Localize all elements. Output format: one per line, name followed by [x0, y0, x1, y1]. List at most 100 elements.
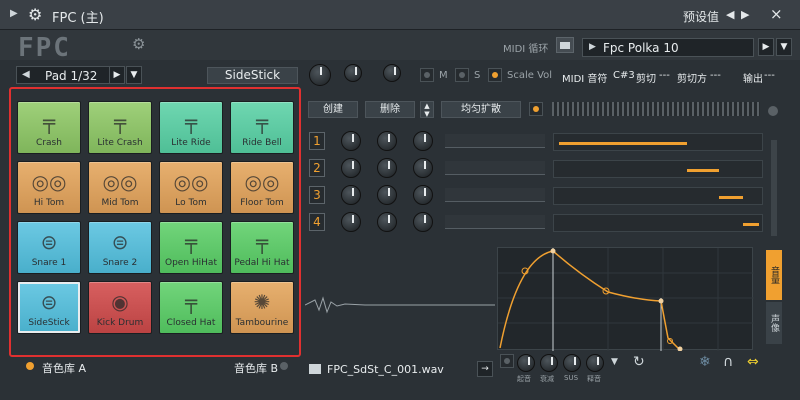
load-sample-button[interactable]: →	[477, 361, 493, 377]
layer-pan-knob[interactable]	[377, 158, 397, 178]
drum-pad[interactable]: ⊜ Snare 1	[17, 221, 81, 274]
pad-next-button[interactable]: ▶	[109, 66, 125, 84]
range-bar[interactable]	[559, 142, 687, 145]
drum-pad[interactable]: ◎◎ Hi Tom	[17, 161, 81, 214]
scale-vol-toggle[interactable]	[488, 68, 502, 82]
preset-menu-button[interactable]: ▼	[776, 38, 792, 56]
attack-knob[interactable]	[517, 354, 535, 372]
layer-pan-knob[interactable]	[377, 131, 397, 151]
pad-pan-knob[interactable]	[344, 64, 362, 82]
hihat-icon: ╤	[255, 230, 269, 254]
sustain-knob[interactable]	[563, 354, 581, 372]
fpc-logo: FPC	[18, 33, 71, 63]
spread-even-button[interactable]: 均匀扩散	[441, 101, 521, 118]
tab-pan[interactable]: 声像	[766, 302, 782, 344]
reset-icon[interactable]: ↻	[633, 354, 645, 370]
drum-pad[interactable]: ⊜ Snare 2	[88, 221, 152, 274]
solo-toggle[interactable]	[455, 68, 469, 82]
cut-value[interactable]: ---	[659, 70, 670, 81]
selected-pad-name[interactable]: SideStick	[207, 67, 298, 84]
tab-volume[interactable]: 音量	[766, 250, 782, 300]
drum-pad[interactable]: ╤ Open HiHat	[159, 221, 223, 274]
drum-pad[interactable]: ◎◎ Lo Tom	[159, 161, 223, 214]
layer-velocity-range[interactable]	[553, 214, 763, 232]
layer-pitch-knob[interactable]	[413, 212, 433, 232]
drum-pad[interactable]: ◉ Kick Drum	[88, 281, 152, 334]
cut-by-label: 剪切方	[677, 74, 707, 85]
sample-filename[interactable]: FPC_SdSt_C_001.wav	[327, 363, 444, 376]
range-bar[interactable]	[719, 196, 743, 199]
layer-toggle[interactable]	[529, 102, 543, 116]
mute-label: M	[439, 70, 448, 81]
envelope-toggle[interactable]	[500, 354, 514, 368]
bank-b-label[interactable]: 音色库 B	[234, 360, 278, 376]
layer-number[interactable]: 1	[309, 132, 325, 150]
drum-pad[interactable]: ◎◎ Mid Tom	[88, 161, 152, 214]
drum-pad[interactable]: ╤ Ride Bell	[230, 101, 294, 154]
drum-pad[interactable]: ╤ Crash	[17, 101, 81, 154]
range-bar[interactable]	[687, 169, 719, 172]
layer-velocity-range[interactable]	[553, 187, 763, 205]
output-value[interactable]: ---	[764, 70, 775, 81]
decay-knob[interactable]	[540, 354, 558, 372]
layer-vol-knob[interactable]	[341, 185, 361, 205]
create-layer-button[interactable]: 创建	[308, 101, 358, 118]
layer-pitch-knob[interactable]	[413, 158, 433, 178]
layer-number[interactable]: 2	[309, 159, 325, 177]
midi-note-value[interactable]: C#3	[613, 70, 635, 81]
envelope-editor[interactable]	[497, 247, 754, 352]
envelope-controls: 起音 衰减 SUS 释音 ▼ ↻ ❄ ∩ ⇔	[497, 352, 783, 384]
bank-b-indicator[interactable]	[280, 362, 288, 370]
magnet-icon[interactable]: ∩	[723, 354, 733, 370]
bank-a-label[interactable]: 音色库 A	[42, 360, 86, 376]
drum-pad[interactable]: ✺ Tambourine	[230, 281, 294, 334]
bank-a-indicator[interactable]	[26, 362, 34, 370]
preset-prev-icon[interactable]: ◀	[726, 8, 734, 21]
drum-pad[interactable]: ╤ Lite Crash	[88, 101, 152, 154]
gear-icon[interactable]: ⚙	[28, 5, 42, 24]
collapse-arrow-icon[interactable]: ▶	[10, 8, 18, 19]
drum-pad[interactable]: ╤ Closed Hat	[159, 281, 223, 334]
envelope-menu-icon[interactable]: ▼	[611, 357, 618, 367]
range-bar[interactable]	[743, 223, 759, 226]
preset-label[interactable]: 预设值	[683, 8, 719, 25]
pad-volume-knob[interactable]	[309, 64, 331, 86]
drum-pad[interactable]: ╤ Pedal Hi Hat	[230, 221, 294, 274]
layer-vol-knob[interactable]	[341, 158, 361, 178]
layer-velocity-range[interactable]	[553, 160, 763, 178]
pad-selector[interactable]: ◀ Pad 1/32	[16, 66, 124, 84]
layer-pitch-knob[interactable]	[413, 131, 433, 151]
cymbal-icon: ╤	[255, 110, 269, 134]
folder-icon[interactable]	[556, 37, 574, 53]
layer-vol-knob[interactable]	[341, 212, 361, 232]
close-button[interactable]: ×	[770, 5, 783, 23]
mute-toggle[interactable]	[420, 68, 434, 82]
layer-pitch-knob[interactable]	[413, 185, 433, 205]
settings-gear-icon[interactable]: ⚙	[132, 35, 145, 53]
pad-prev-icon[interactable]: ◀	[22, 69, 30, 80]
layer-velocity-range[interactable]	[553, 133, 763, 151]
layer-vol-knob[interactable]	[341, 131, 361, 151]
drum-pad[interactable]: ◎◎ Floor Tom	[230, 161, 294, 214]
ruler-indicator[interactable]	[768, 106, 778, 116]
pad-menu-button[interactable]: ▼	[126, 66, 142, 84]
drum-pad[interactable]: ╤ Lite Ride	[159, 101, 223, 154]
snowflake-icon[interactable]: ❄	[699, 354, 711, 370]
layer-number[interactable]: 4	[309, 213, 325, 231]
layer-number[interactable]: 3	[309, 186, 325, 204]
layer-pan-knob[interactable]	[377, 185, 397, 205]
release-knob[interactable]	[586, 354, 604, 372]
layers-scrollbar[interactable]	[771, 140, 777, 236]
layer-pan-knob[interactable]	[377, 212, 397, 232]
layer-waveform	[445, 161, 545, 175]
stretch-icon[interactable]: ⇔	[747, 354, 759, 370]
delete-layer-button[interactable]: 删除	[365, 101, 415, 118]
pad-pitch-knob[interactable]	[383, 64, 401, 82]
preset-next-icon[interactable]: ▶	[741, 8, 749, 21]
cut-by-value[interactable]: ---	[710, 70, 721, 81]
velocity-ruler[interactable]	[552, 102, 760, 116]
drum-pad[interactable]: ⊜ SideStick	[17, 281, 81, 334]
preset-next-button[interactable]: ▶	[758, 38, 774, 56]
layer-stepper[interactable]: ▲ ▼	[420, 101, 434, 118]
preset-selector[interactable]: ▶ Fpc Polka 10	[582, 38, 754, 57]
